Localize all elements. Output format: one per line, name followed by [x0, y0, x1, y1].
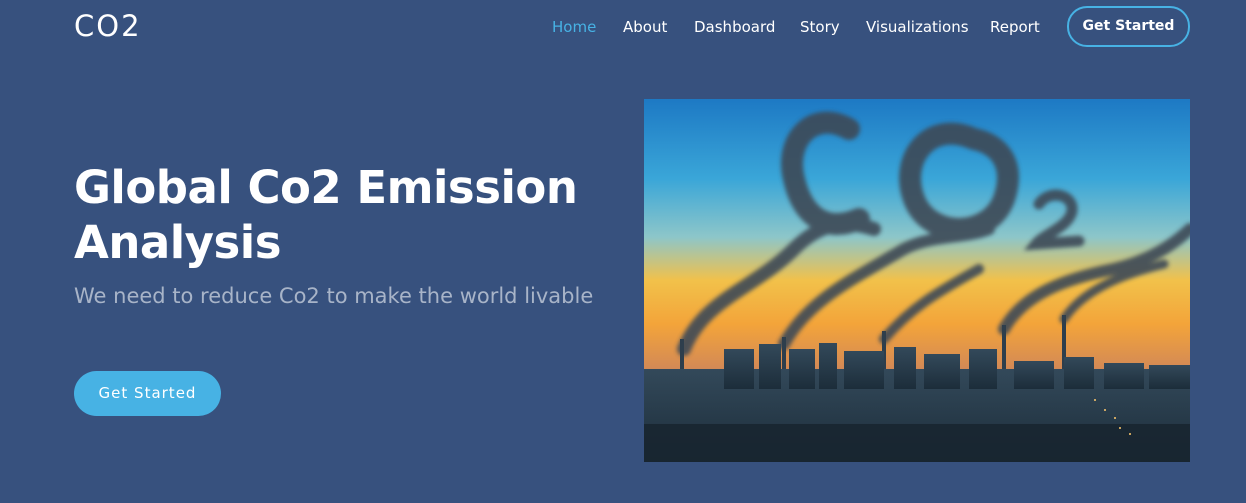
- main-nav: Home About Dashboard Story Visualization…: [0, 6, 1246, 47]
- header-get-started-button[interactable]: Get Started: [1067, 6, 1190, 47]
- hero-title: Global Co2 Emission Analysis: [74, 161, 578, 269]
- hero-get-started-button[interactable]: Get Started: [74, 371, 221, 416]
- nav-link-dashboard[interactable]: Dashboard: [694, 17, 775, 37]
- hero-subtitle: We need to reduce Co2 to make the world …: [74, 284, 594, 308]
- nav-link-visualizations[interactable]: Visualizations: [866, 17, 969, 37]
- hero-image: [644, 99, 1190, 462]
- nav-link-about[interactable]: About: [623, 17, 667, 37]
- nav-link-home[interactable]: Home: [552, 17, 596, 37]
- nav-link-report[interactable]: Report: [990, 17, 1040, 37]
- nav-link-story[interactable]: Story: [800, 17, 840, 37]
